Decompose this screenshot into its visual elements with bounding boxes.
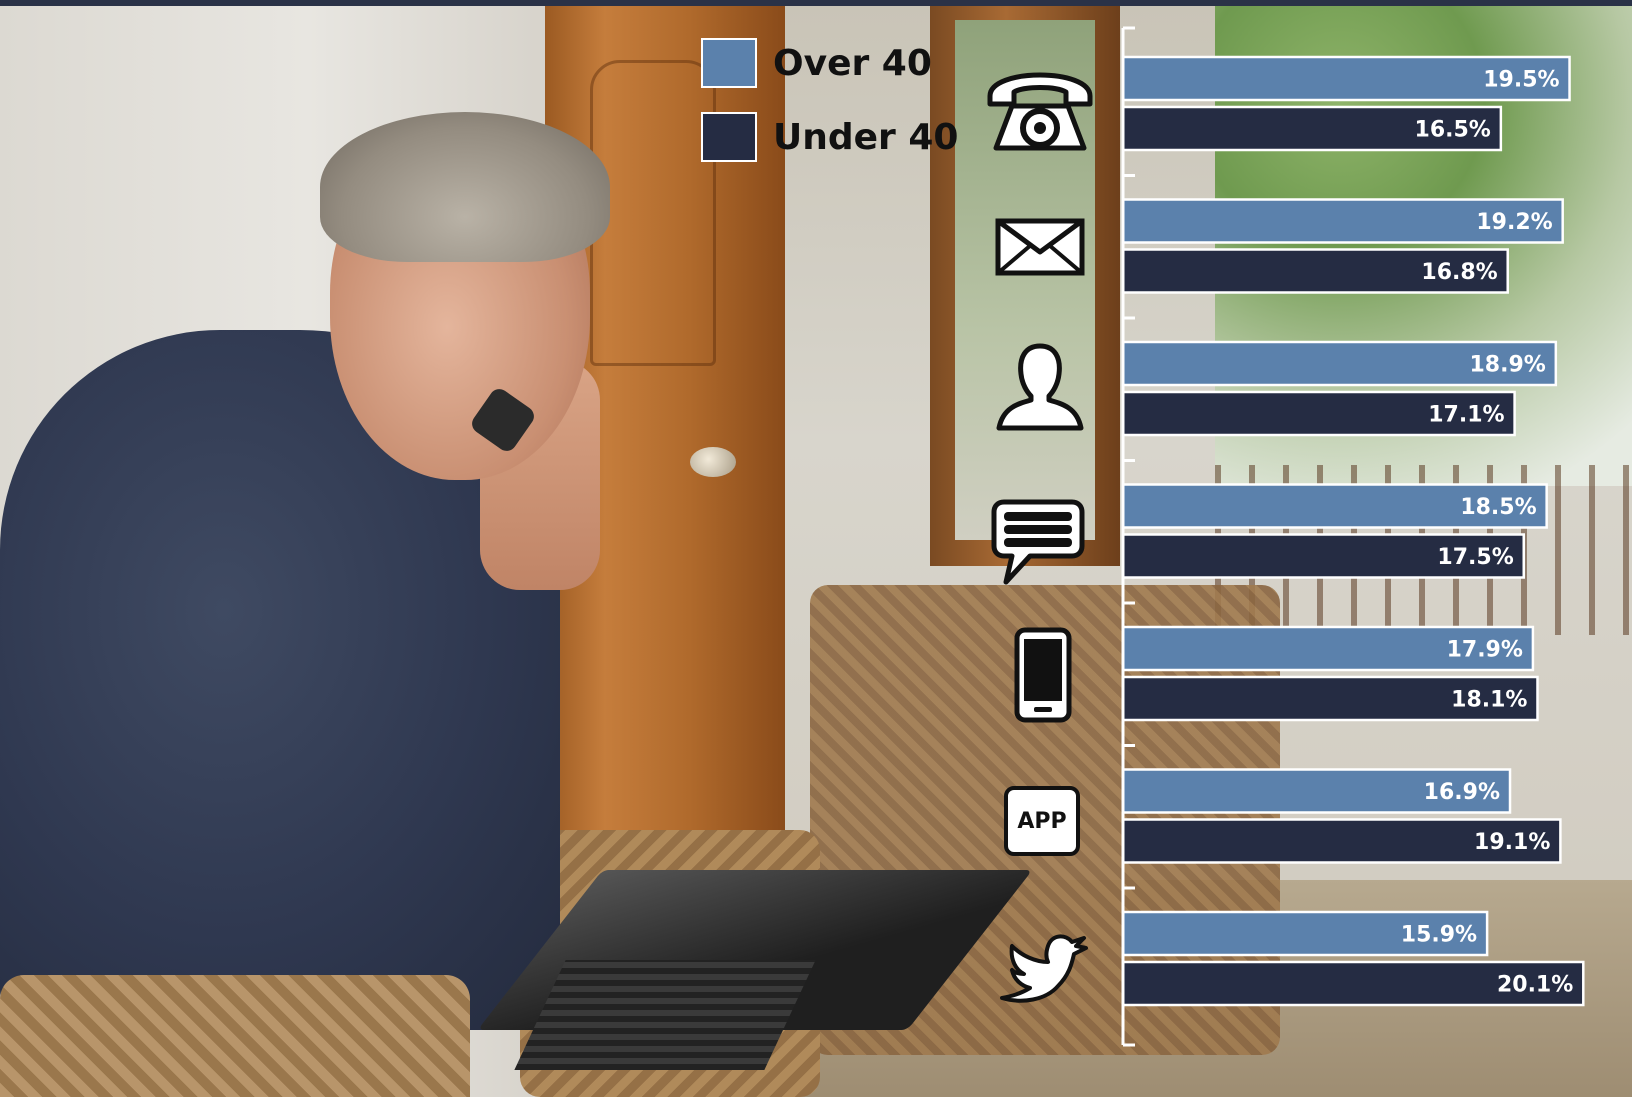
bird-icon xyxy=(1000,934,1088,1003)
legend-label-under-40: Under 40 xyxy=(773,116,959,158)
background-wicker-seat xyxy=(0,975,470,1097)
legend-over-40: Over 40 xyxy=(701,38,932,88)
legend-swatch-under-40 xyxy=(701,112,757,162)
chat-bubble-icon xyxy=(991,499,1085,585)
background-garden xyxy=(1215,6,1632,486)
top-border xyxy=(0,0,1632,6)
app-icon: APP xyxy=(1004,786,1080,856)
background-photo xyxy=(0,0,1632,1097)
person-icon xyxy=(996,343,1084,431)
app-icon-label: APP xyxy=(1017,808,1067,834)
envelope-icon xyxy=(995,218,1085,276)
legend-swatch-over-40 xyxy=(701,38,757,88)
telephone-icon xyxy=(987,72,1093,151)
legend-under-40: Under 40 xyxy=(701,112,958,162)
background-door-knob xyxy=(690,447,736,477)
smartphone-icon xyxy=(1014,627,1072,723)
background-person-hair xyxy=(320,112,610,262)
background-laptop-keyboard xyxy=(514,960,816,1070)
legend-label-over-40: Over 40 xyxy=(773,42,932,84)
